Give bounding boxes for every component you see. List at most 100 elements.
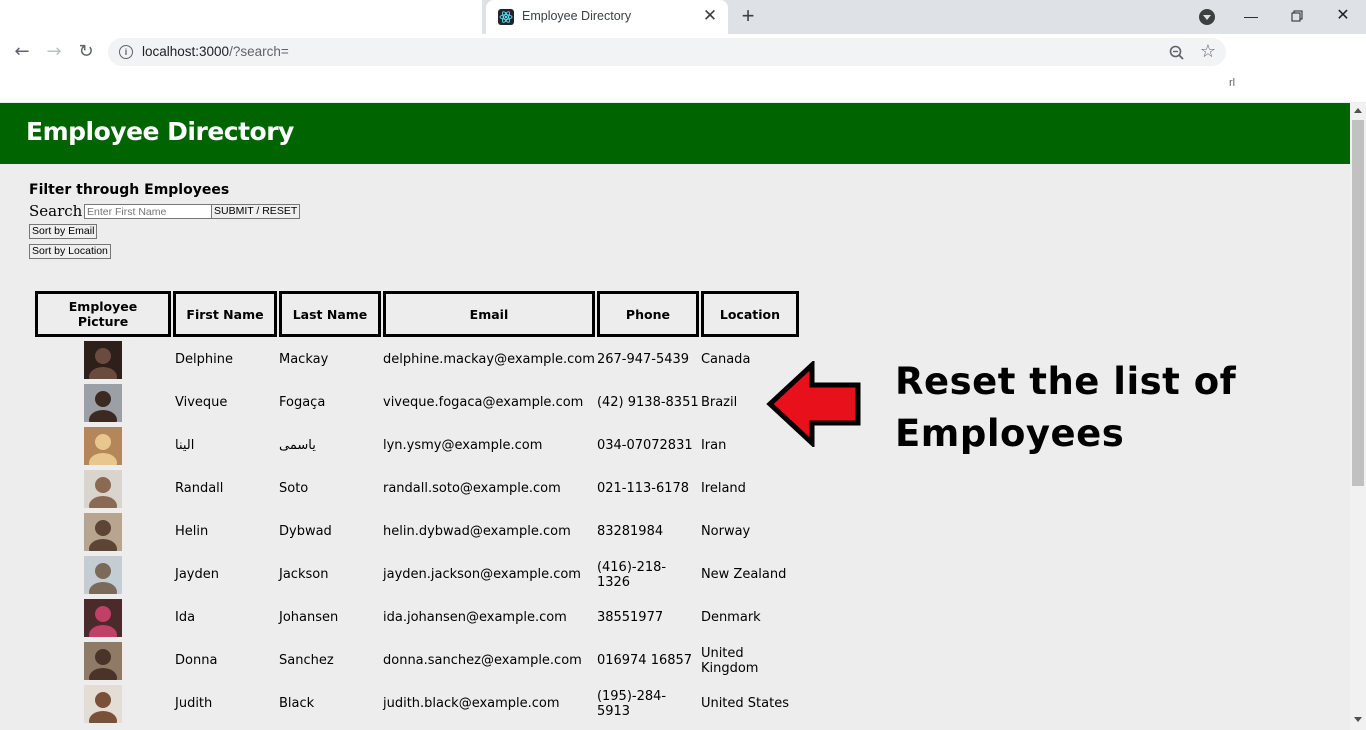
table-row: Viveque Fogaça viveque.fogaca@example.com (…: [35, 382, 799, 423]
employee-photo: [84, 684, 122, 723]
search-input[interactable]: [84, 204, 212, 219]
forward-icon[interactable]: →: [40, 38, 68, 66]
employee-photo: [84, 598, 122, 637]
header-location: Location: [700, 291, 799, 337]
employee-photo: [84, 426, 122, 465]
browser-tab-active[interactable]: Employee Directory ✕: [486, 0, 728, 34]
phone-cell: (195)-284-5913: [596, 688, 667, 719]
first-name-cell: Viveque: [175, 395, 228, 410]
left-arrow-icon: [766, 361, 861, 447]
picture-cell: [35, 425, 171, 466]
scroll-thumb[interactable]: [1352, 120, 1364, 486]
bookmark-star-icon[interactable]: ☆: [1198, 42, 1218, 62]
react-icon: [498, 9, 514, 25]
table-row: الینا یاسمی lyn.ysmy@example.com 034-070728…: [35, 425, 799, 466]
first-name-cell: Ida: [175, 610, 196, 625]
url-path: /?search=: [229, 44, 289, 59]
location-cell: New Zealand: [700, 567, 787, 582]
annotation-line-1: Reset the list of: [895, 360, 1237, 403]
browser-tab-strip: Employee Directory ✕ + — ✕: [0, 0, 1366, 34]
last-name-cell: Mackay: [279, 352, 329, 367]
scroll-up-arrow-icon[interactable]: [1354, 108, 1362, 113]
browser-tab-inactive[interactable]: [0, 0, 482, 34]
submit-reset-button[interactable]: SUBMIT / RESET: [211, 204, 301, 219]
table-row: Ida Johansen ida.johansen@example.com 38551…: [35, 597, 799, 638]
employee-table: Employee Picture First Name Last Name Em…: [33, 289, 801, 726]
last-name-cell: Sanchez: [279, 653, 334, 668]
last-name-cell: Johansen: [279, 610, 339, 625]
url-text[interactable]: localhost:3000/?search=: [142, 44, 289, 59]
location-cell: United Kingdom: [700, 645, 759, 676]
table-row: Helin Dybwad helin.dybwad@example.com 83281…: [35, 511, 799, 552]
first-name-cell: Judith: [175, 696, 213, 711]
table-row: Delphine Mackay delphine.mackay@example.co…: [35, 339, 799, 380]
phone-cell: 38551977: [596, 610, 664, 625]
minimize-icon[interactable]: —: [1231, 4, 1271, 28]
employee-photo: [84, 469, 122, 508]
chrome-menu-dropdown-icon[interactable]: [1199, 9, 1215, 25]
annotation-text: Reset the list of Employees: [895, 356, 1236, 460]
header-picture: Employee Picture: [35, 291, 171, 337]
new-tab-icon[interactable]: +: [736, 5, 760, 29]
picture-cell: [35, 382, 171, 423]
back-icon[interactable]: ←: [8, 38, 36, 66]
first-name-cell: Delphine: [175, 352, 233, 367]
email-cell: viveque.fogaca@example.com: [383, 395, 584, 410]
last-name-cell: Jackson: [279, 567, 329, 582]
picture-cell: [35, 597, 171, 638]
table-row: Jayden Jackson jayden.jackson@example.com (…: [35, 554, 799, 595]
last-name-cell: Fogaça: [279, 395, 326, 410]
table-header-row: Employee Picture First Name Last Name Em…: [35, 291, 799, 337]
phone-cell: 021-113-6178: [596, 481, 690, 496]
table-row: Donna Sanchez donna.sanchez@example.com 016…: [35, 640, 799, 681]
close-tab-icon[interactable]: ✕: [700, 5, 720, 27]
picture-cell: [35, 468, 171, 509]
location-cell: Norway: [700, 524, 751, 539]
email-cell: jayden.jackson@example.com: [383, 567, 581, 582]
location-cell: Ireland: [700, 481, 746, 496]
phone-cell: (42) 9138-8351: [596, 395, 699, 410]
page-viewport: Employee Directory Filter through Employ…: [0, 103, 1350, 730]
tab-title: Employee Directory: [522, 9, 632, 23]
vertical-scrollbar[interactable]: [1350, 103, 1366, 730]
bookmark-bar: rl: [0, 70, 1366, 102]
email-cell: randall.soto@example.com: [383, 481, 561, 496]
header-first-name: First Name: [173, 291, 277, 337]
phone-cell: 267-947-5439: [596, 352, 690, 367]
last-name-cell: Dybwad: [279, 524, 332, 539]
bookmark-fragment: rl: [1229, 77, 1236, 89]
address-bar[interactable]: i localhost:3000/?search= ☆: [108, 38, 1226, 66]
employee-photo: [84, 340, 122, 379]
email-cell: lyn.ysmy@example.com: [383, 438, 543, 453]
table-body: Delphine Mackay delphine.mackay@example.co…: [35, 339, 799, 724]
header-email: Email: [383, 291, 595, 337]
header-phone: Phone: [596, 291, 699, 337]
zoom-out-icon[interactable]: [1168, 44, 1186, 62]
first-name-cell: Donna: [175, 653, 218, 668]
page-title: Employee Directory: [26, 117, 294, 146]
table-row: Judith Black judith.black@example.com (195)…: [35, 683, 799, 724]
employee-photo: [84, 555, 122, 594]
phone-cell: 83281984: [596, 524, 664, 539]
location-cell: United States: [700, 696, 789, 711]
first-name-cell: Randall: [175, 481, 224, 496]
employee-photo: [84, 512, 122, 551]
url-host: localhost:3000: [142, 44, 230, 59]
email-cell: ida.johansen@example.com: [383, 610, 567, 625]
restore-icon[interactable]: [1277, 4, 1317, 28]
table-row: Randall Soto randall.soto@example.com 021-1…: [35, 468, 799, 509]
close-window-icon[interactable]: ✕: [1323, 4, 1363, 28]
email-cell: donna.sanchez@example.com: [383, 653, 582, 668]
reload-icon[interactable]: ↻: [72, 38, 100, 66]
picture-cell: [35, 640, 171, 681]
employee-photo: [84, 383, 122, 422]
picture-cell: [35, 554, 171, 595]
sort-by-email-button[interactable]: Sort by Email: [29, 224, 98, 239]
phone-cell: 034-07072831: [596, 438, 693, 453]
email-cell: helin.dybwad@example.com: [383, 524, 571, 539]
sort-by-location-button[interactable]: Sort by Location: [29, 244, 111, 259]
scroll-down-arrow-icon[interactable]: [1354, 717, 1362, 722]
annotation-line-2: Employees: [895, 412, 1125, 455]
first-name-cell: Jayden: [175, 567, 219, 582]
info-icon[interactable]: i: [119, 45, 133, 59]
